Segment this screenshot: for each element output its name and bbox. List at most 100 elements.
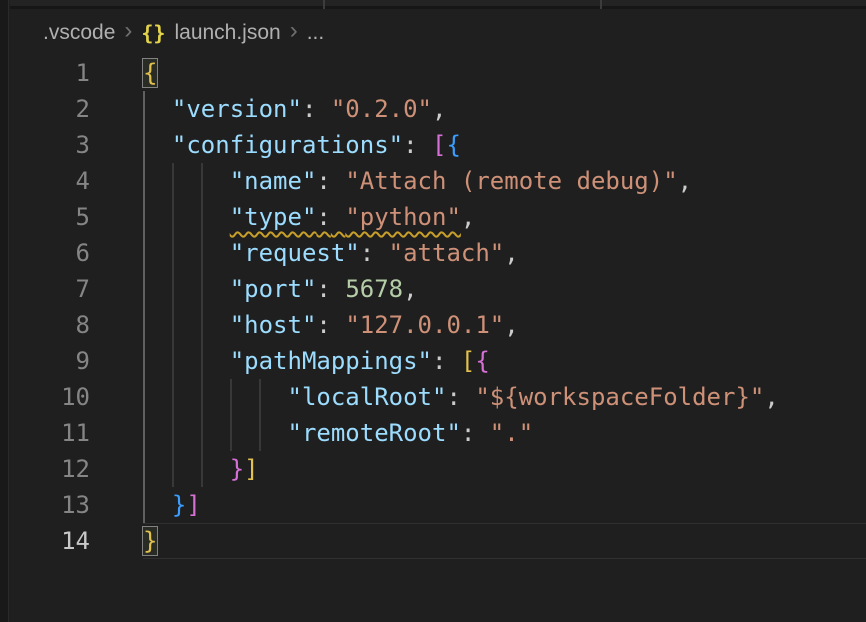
line-number[interactable]: 10	[10, 379, 90, 415]
code-line-content[interactable]: "remoteRoot": "."	[143, 415, 533, 451]
code-line-content[interactable]: {	[143, 55, 157, 91]
code-line-content[interactable]: "request": "attach",	[143, 235, 519, 271]
code-line-content[interactable]: "configurations": [{	[143, 127, 461, 163]
code-line[interactable]: 2 "version": "0.2.0",	[10, 91, 866, 127]
code-line-content[interactable]: "version": "0.2.0",	[143, 91, 446, 127]
code-token	[446, 347, 460, 375]
code-token: "${workspaceFolder}"	[475, 383, 764, 411]
code-token	[143, 131, 172, 159]
code-line[interactable]: 7 "port": 5678,	[10, 271, 866, 307]
code-token	[143, 95, 172, 123]
code-token	[331, 203, 345, 231]
code-token: :	[316, 275, 330, 303]
code-line-content[interactable]: }]	[143, 487, 201, 523]
breadcrumb-file[interactable]: launch.json	[174, 21, 280, 45]
code-token: :	[446, 383, 460, 411]
code-line-content[interactable]: }]	[143, 451, 259, 487]
code-line[interactable]: 12 }]	[10, 451, 866, 487]
code-token	[331, 275, 345, 303]
code-token: "port"	[230, 275, 317, 303]
code-token	[331, 311, 345, 339]
tab-separator	[323, 0, 325, 9]
line-number[interactable]: 3	[10, 127, 90, 163]
code-token: "configurations"	[172, 131, 403, 159]
code-token	[143, 311, 230, 339]
code-line[interactable]: 6 "request": "attach",	[10, 235, 866, 271]
code-token: :	[461, 419, 475, 447]
code-token	[374, 239, 388, 267]
code-token: ,	[432, 95, 446, 123]
breadcrumb-folder[interactable]: .vscode	[43, 21, 115, 45]
line-number[interactable]: 13	[10, 487, 90, 523]
line-number[interactable]: 8	[10, 307, 90, 343]
code-token: :	[302, 95, 316, 123]
code-token	[143, 383, 288, 411]
code-token: ,	[504, 311, 518, 339]
tab-separator	[600, 0, 602, 9]
code-token: "."	[490, 419, 533, 447]
code-token: "localRoot"	[288, 383, 447, 411]
code-token: {	[475, 347, 489, 375]
chevron-right-icon: ›	[124, 19, 132, 43]
code-line[interactable]: 1{	[10, 55, 866, 91]
line-number[interactable]: 11	[10, 415, 90, 451]
chevron-right-icon: ›	[290, 19, 298, 43]
code-line[interactable]: 3 "configurations": [{	[10, 127, 866, 163]
code-line[interactable]: 14}	[10, 523, 866, 559]
code-token: "0.2.0"	[331, 95, 432, 123]
code-token	[143, 455, 230, 483]
code-token: :	[316, 203, 330, 231]
code-line-content[interactable]: "pathMappings": [{	[143, 343, 490, 379]
code-token	[143, 491, 172, 519]
line-number[interactable]: 5	[10, 199, 90, 235]
tab-bar	[10, 0, 866, 9]
line-number[interactable]: 6	[10, 235, 90, 271]
code-token: [	[461, 347, 475, 375]
code-line[interactable]: 5 "type": "python",	[10, 199, 866, 235]
code-line-content[interactable]: "host": "127.0.0.1",	[143, 307, 519, 343]
line-number[interactable]: 14	[10, 523, 90, 559]
line-number[interactable]: 12	[10, 451, 90, 487]
breadcrumb-symbol-more[interactable]: ...	[307, 21, 325, 45]
code-token: :	[316, 167, 330, 195]
code-token: :	[360, 239, 374, 267]
code-token	[143, 167, 230, 195]
code-token: [	[432, 131, 446, 159]
code-line-content[interactable]: "name": "Attach (remote debug)",	[143, 163, 692, 199]
code-token	[143, 347, 230, 375]
code-token: ,	[504, 239, 518, 267]
code-token: "type"	[230, 203, 317, 231]
code-token: }	[172, 491, 186, 519]
code-token	[143, 203, 230, 231]
code-line-content[interactable]: "localRoot": "${workspaceFolder}",	[143, 379, 779, 415]
line-number[interactable]: 9	[10, 343, 90, 379]
line-number[interactable]: 2	[10, 91, 90, 127]
code-line[interactable]: 8 "host": "127.0.0.1",	[10, 307, 866, 343]
editor[interactable]: 1{2 "version": "0.2.0",3 "configurations…	[10, 55, 866, 622]
code-token: :	[316, 311, 330, 339]
code-line[interactable]: 10 "localRoot": "${workspaceFolder}",	[10, 379, 866, 415]
code-line-content[interactable]: "type": "python",	[143, 199, 475, 235]
code-token: ,	[764, 383, 778, 411]
code-line-content[interactable]: "port": 5678,	[143, 271, 418, 307]
code-token: "python"	[345, 203, 461, 231]
code-token: "name"	[230, 167, 317, 195]
code-line[interactable]: 13 }]	[10, 487, 866, 523]
line-number[interactable]: 4	[10, 163, 90, 199]
code-line-content[interactable]: }	[143, 523, 157, 559]
code-line[interactable]: 9 "pathMappings": [{	[10, 343, 866, 379]
code-token	[143, 275, 230, 303]
bracket-match-highlight: }	[143, 527, 157, 555]
sidebar-edge	[0, 0, 9, 622]
code-line[interactable]: 4 "name": "Attach (remote debug)",	[10, 163, 866, 199]
code-line[interactable]: 11 "remoteRoot": "."	[10, 415, 866, 451]
code-token: "attach"	[389, 239, 505, 267]
code-token: 5678	[345, 275, 403, 303]
line-number[interactable]: 7	[10, 271, 90, 307]
code-token: :	[403, 131, 417, 159]
code-token: "version"	[172, 95, 302, 123]
line-number[interactable]: 1	[10, 55, 90, 91]
code-token	[143, 419, 288, 447]
code-token: "remoteRoot"	[288, 419, 461, 447]
code-token	[475, 419, 489, 447]
